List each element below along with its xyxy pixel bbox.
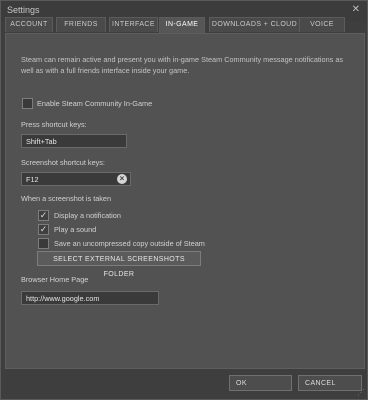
browser-home-field[interactable]: http://www.google.com [21, 291, 159, 305]
enable-community-checkbox[interactable] [22, 98, 33, 109]
shortcut-keys-field[interactable]: Shift+Tab [21, 134, 127, 148]
select-screenshots-folder-button[interactable]: SELECT EXTERNAL SCREENSHOTS FOLDER [37, 251, 201, 278]
play-sound-checkbox[interactable]: ✓ [38, 224, 49, 235]
check-icon: ✓ [39, 224, 48, 234]
tab-interface[interactable]: INTERFACE [109, 17, 158, 32]
enable-community-label: Enable Steam Community In-Game [37, 99, 153, 108]
settings-window: Settings ✕ ACCOUNT FRIENDS INTERFACE IN-… [0, 0, 368, 400]
display-notification-checkbox[interactable]: ✓ [38, 210, 49, 221]
in-game-description: Steam can remain active and present you … [21, 55, 344, 75]
when-screenshot-label: When a screenshot is taken [21, 194, 112, 203]
browser-home-label: Browser Home Page [21, 275, 89, 284]
window-title: Settings [7, 5, 40, 15]
ok-button[interactable]: OK [229, 375, 292, 391]
save-uncompressed-checkbox[interactable] [38, 238, 49, 249]
screenshot-shortcut-field[interactable]: F12 [21, 172, 131, 186]
in-game-panel: Steam can remain active and present you … [5, 33, 365, 369]
screenshot-shortcut-label: Screenshot shortcut keys: [21, 158, 105, 167]
tab-in-game[interactable]: IN-GAME [159, 17, 205, 34]
resize-grip-icon[interactable]: ⋰ [357, 388, 365, 397]
tab-account[interactable]: ACCOUNT [5, 17, 53, 32]
cancel-button[interactable]: CANCEL [298, 375, 362, 391]
play-sound-label: Play a sound [54, 225, 97, 234]
clear-icon[interactable]: × [117, 174, 127, 184]
tab-voice[interactable]: VOICE [299, 17, 345, 32]
tab-downloads-cloud[interactable]: DOWNLOADS + CLOUD [209, 17, 300, 32]
tab-friends[interactable]: FRIENDS [56, 17, 106, 32]
close-icon[interactable]: ✕ [352, 4, 360, 15]
display-notification-label: Display a notification [54, 211, 121, 220]
check-icon: ✓ [39, 210, 48, 220]
shortcut-keys-label: Press shortcut keys: [21, 120, 87, 129]
save-uncompressed-label: Save an uncompressed copy outside of Ste… [54, 239, 205, 248]
